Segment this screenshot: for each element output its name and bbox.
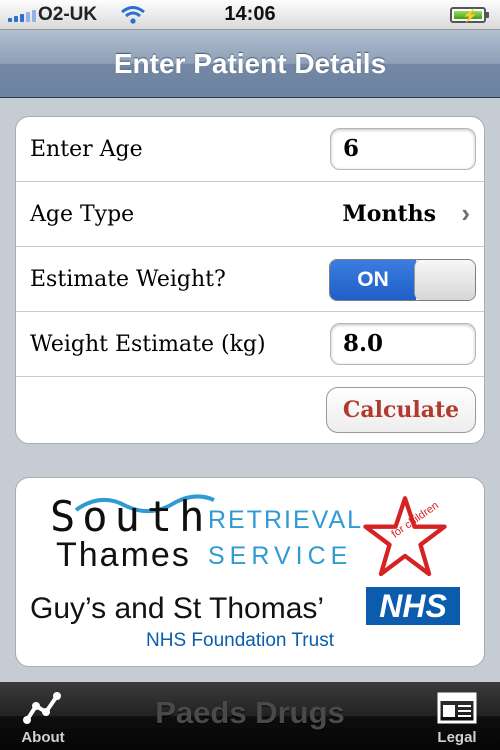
tab-about-label: About xyxy=(21,729,65,746)
logo-service-text: SERVICE xyxy=(208,542,353,570)
tab-bar: Paeds Drugs About Legal xyxy=(0,682,500,750)
battery-charging-icon: ⚡ xyxy=(450,7,489,23)
age-type-row[interactable]: Age Type Months › xyxy=(16,182,484,247)
graph-line-icon xyxy=(23,692,61,724)
logo-thames-text: Thames xyxy=(56,536,191,574)
page-title: Enter Patient Details xyxy=(113,48,387,79)
logo-guys-text: Guy’s and St Thomas’ xyxy=(30,592,325,625)
logo-trust-text: NHS Foundation Trust xyxy=(146,630,334,651)
wifi-icon xyxy=(121,6,145,24)
age-label: Enter Age xyxy=(30,137,143,162)
toggle-on-label: ON xyxy=(330,260,416,300)
navigation-bar: Enter Patient Details xyxy=(0,30,500,98)
calculate-button[interactable]: Calculate xyxy=(326,387,476,433)
logo-south-text: South xyxy=(50,492,212,541)
tab-legal-label: Legal xyxy=(437,729,477,746)
chevron-right-icon: › xyxy=(461,198,470,228)
patient-details-form: Enter Age 6 Age Type Months › Estimate W… xyxy=(15,116,485,444)
newspaper-icon xyxy=(437,692,477,724)
weight-input[interactable]: 8.0 xyxy=(330,323,476,365)
nhs-logo: NHS xyxy=(366,587,460,625)
status-bar: O2-UK 14:06 ⚡ xyxy=(0,0,500,30)
logo-retrieval-text: RETRIEVAL xyxy=(208,506,364,534)
sponsor-logos: South Thames RETRIEVAL SERVICE for child… xyxy=(15,477,485,667)
estimate-weight-label: Estimate Weight? xyxy=(30,267,226,292)
tab-about[interactable]: About xyxy=(0,682,86,750)
age-input[interactable]: 6 xyxy=(330,128,476,170)
weight-label: Weight Estimate (kg) xyxy=(30,332,266,357)
signal-bars-icon xyxy=(8,10,36,22)
carrier-name: O2-UK xyxy=(38,4,98,25)
toggle-knob[interactable] xyxy=(414,260,475,300)
weight-row: Weight Estimate (kg) 8.0 xyxy=(16,312,484,377)
tab-legal[interactable]: Legal xyxy=(414,682,500,750)
estimate-weight-toggle[interactable]: ON xyxy=(329,259,476,301)
calculate-row: Calculate xyxy=(16,377,484,442)
estimate-weight-row: Estimate Weight? ON xyxy=(16,247,484,312)
age-row: Enter Age 6 xyxy=(16,117,484,182)
age-type-value: Months xyxy=(342,201,436,227)
age-type-label: Age Type xyxy=(30,202,135,227)
